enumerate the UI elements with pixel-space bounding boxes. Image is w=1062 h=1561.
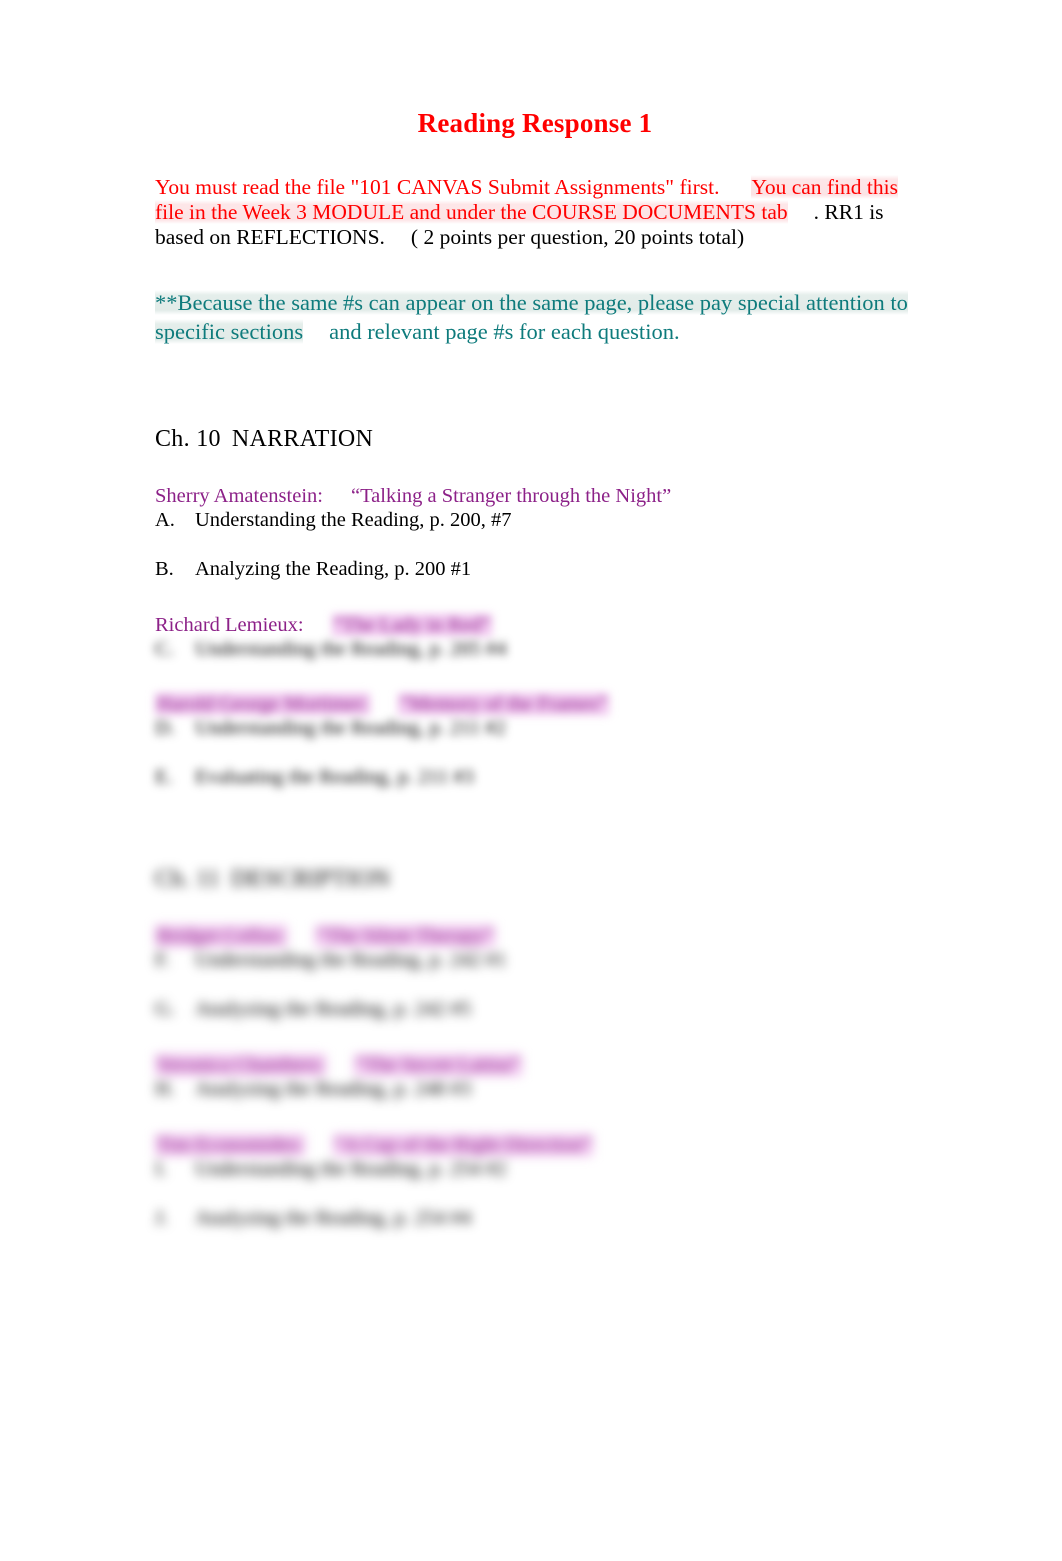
redacted-chapter-block: Ch. 11 DESCRIPTION Bridget Colfax: “The Si… xyxy=(155,848,915,1231)
question-item: I. Understanding the Reading, p. 254 #2 xyxy=(155,1157,915,1182)
chapter-name: NARRATION xyxy=(231,426,374,452)
question-text: Analyzing the Reading, p. 254 #4 xyxy=(195,1207,472,1229)
question-text: Understanding the Reading, p. 242 #1 xyxy=(195,949,507,971)
question-item: D. Understanding the Reading, p. 211 #2 xyxy=(155,716,915,741)
page-title: Reading Response 1 xyxy=(417,108,653,138)
question-label: H. xyxy=(155,1078,175,1100)
reading-author-line: Tim Economides: “A Cup of the Right Direc… xyxy=(155,1102,915,1157)
reading-author: Tim Economides: xyxy=(155,1134,305,1156)
question-text: Understanding the Reading, p. 200, #7 xyxy=(195,509,512,531)
redacted-question-block: C. Understanding the Reading, p. 205 #4 xyxy=(155,637,915,662)
question-label: A. xyxy=(155,509,175,531)
question-text: Understanding the Reading, p. 211 #2 xyxy=(195,717,506,739)
reading-author-line: Sherry Amatenstein: “Talking a Stranger t… xyxy=(155,453,915,508)
reading-title: “The Silent Therapy” xyxy=(315,925,496,947)
question-item: C. Understanding the Reading, p. 205 #4 xyxy=(155,637,915,662)
question-item: F. Understanding the Reading, p. 242 #1 xyxy=(155,948,915,973)
reading-author: Harold George Mortimer: xyxy=(155,693,371,715)
reading-author: Veronica Chambers: xyxy=(155,1054,326,1076)
chapter-number: Ch. 11 xyxy=(155,866,220,892)
question-text: Analyzing the Reading, p. 242 #5 xyxy=(195,998,472,1020)
reading-author-line: Harold George Mortimer: “Memory of the Fr… xyxy=(155,688,915,716)
intro-red-segment-1: You must read the file "101 CANVAS Submi… xyxy=(155,175,720,199)
intro-teal-segment-2: and relevant page #s for each question. xyxy=(329,319,680,344)
question-label: C. xyxy=(155,638,174,660)
question-text: Evaluating the Reading, p. 211 #3 xyxy=(195,766,474,788)
document-content: Reading Response 1 You must read the fil… xyxy=(155,0,915,1231)
chapter-name: DESCRIPTION xyxy=(230,866,391,892)
question-text: Understanding the Reading, p. 205 #4 xyxy=(195,638,507,660)
question-text: Analyzing the Reading, p. 248 #3 xyxy=(195,1078,472,1100)
question-text: Analyzing the Reading, p. 200 #1 xyxy=(195,558,472,580)
question-item: E. Evaluating the Reading, p. 211 #3 xyxy=(155,741,915,790)
reading-author: Bridget Colfax: xyxy=(155,925,288,947)
intro-red-paragraph: You must read the file "101 CANVAS Submi… xyxy=(155,139,915,250)
question-label: D. xyxy=(155,717,175,739)
question-item: A. Understanding the Reading, p. 200, #7 xyxy=(155,508,915,533)
question-label: B. xyxy=(155,558,174,580)
reading-title: “Memory of the Frames” xyxy=(398,693,610,715)
reading-title: “Talking a Stranger through the Night” xyxy=(350,485,672,507)
reading-author-line: Richard Lemieux: “The Lady in Red” xyxy=(155,582,915,637)
question-label: I. xyxy=(155,1158,167,1180)
reading-author-line: Veronica Chambers: “The Secret Latina” xyxy=(155,1022,915,1077)
question-label: G. xyxy=(155,998,175,1020)
question-label: F. xyxy=(155,949,170,971)
question-item: B. Analyzing the Reading, p. 200 #1 xyxy=(155,533,915,582)
redacted-reading-block: Harold George Mortimer: “Memory of the Fr… xyxy=(155,688,915,790)
chapter-heading-10: Ch. 10 NARRATION xyxy=(155,346,915,453)
question-item: G. Analyzing the Reading, p. 242 #5 xyxy=(155,973,915,1022)
question-text: Understanding the Reading, p. 254 #2 xyxy=(195,1158,507,1180)
question-label: E. xyxy=(155,766,173,788)
reading-title: “The Secret Latina” xyxy=(353,1054,522,1076)
reading-title: “A Cup of the Right Direction” xyxy=(332,1134,594,1156)
document-page: Reading Response 1 You must read the fil… xyxy=(0,0,1062,1561)
question-item: J. Analyzing the Reading, p. 254 #4 xyxy=(155,1182,915,1231)
chapter-heading-11: Ch. 11 DESCRIPTION xyxy=(155,848,915,893)
reading-author: Richard Lemieux: xyxy=(155,614,304,636)
reading-author-line: Bridget Colfax: “The Silent Therapy” xyxy=(155,893,915,948)
redacted-reading-title: “The Lady in Red” xyxy=(331,614,493,636)
question-label: J. xyxy=(155,1207,169,1229)
intro-red-segment-4: ( 2 points per question, 20 points total… xyxy=(410,225,745,249)
intro-teal-paragraph: **Because the same #s can appear on the … xyxy=(155,250,915,346)
chapter-number: Ch. 10 xyxy=(155,426,221,452)
question-item: H. Analyzing the Reading, p. 248 #3 xyxy=(155,1077,915,1102)
reading-author: Sherry Amatenstein: xyxy=(155,485,323,507)
